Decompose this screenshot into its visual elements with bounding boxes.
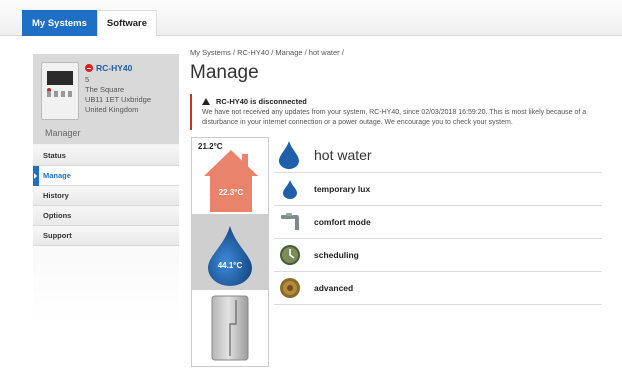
system-visualization: 21.2°C 22.3°C 44.1°C <box>191 137 269 367</box>
menu-item-comfort-mode[interactable]: comfort mode <box>274 206 602 239</box>
water-drop-icon <box>279 140 299 169</box>
device-address-line2: UB11 1ET Uxbridge <box>85 95 152 104</box>
main-tabs: My Systems Software <box>22 10 158 36</box>
menu-header: hot water <box>274 137 602 173</box>
house-icon[interactable]: 22.3°C <box>202 148 260 214</box>
disconnected-icon <box>85 64 93 72</box>
sidebar: RC-HY40 5 The Square UB11 1ET Uxbridge U… <box>33 54 179 374</box>
device-name: RC-HY40 <box>85 63 132 73</box>
breadcrumb[interactable]: My Systems / RC-HY40 / Manage / hot wate… <box>190 48 344 57</box>
sidebar-item-history[interactable]: History <box>33 186 179 206</box>
faucet-icon <box>281 213 299 230</box>
device-thumbnail <box>41 62 79 120</box>
alert-title: RC-HY40 is disconnected <box>202 97 618 106</box>
menu-item-scheduling[interactable]: scheduling <box>274 239 602 272</box>
device-card[interactable]: RC-HY40 5 The Square UB11 1ET Uxbridge U… <box>33 54 179 144</box>
hot-water-section[interactable]: 44.1°C <box>192 214 268 290</box>
indoor-temperature: 22.3°C <box>218 188 244 197</box>
tab-software[interactable]: Software <box>96 10 158 36</box>
device-number: 5 <box>85 75 90 84</box>
device-country: United Kingdom <box>85 105 139 114</box>
sidebar-item-status[interactable]: Status <box>33 146 179 166</box>
water-temperature: 44.1°C <box>217 261 243 270</box>
menu-item-temporary-lux[interactable]: temporary lux <box>274 173 602 206</box>
menu-item-label: temporary lux <box>314 184 371 194</box>
sidebar-nav: Status Manage History Options Support <box>33 146 179 246</box>
clock-icon <box>280 245 300 265</box>
warning-icon <box>202 98 210 105</box>
water-tank-icon <box>211 295 249 361</box>
menu-item-advanced[interactable]: advanced <box>274 272 602 305</box>
alert-message: We have not received any updates from yo… <box>202 109 587 126</box>
sidebar-item-support[interactable]: Support <box>33 226 179 246</box>
device-address-line1: The Square <box>85 85 125 94</box>
top-navigation-bar: My Systems Software <box>0 0 622 36</box>
gear-icon <box>280 278 300 298</box>
tab-my-systems[interactable]: My Systems <box>22 10 97 36</box>
page-title: Manage <box>190 62 259 83</box>
menu-item-label: advanced <box>314 283 354 293</box>
water-drop-icon <box>283 180 297 199</box>
disconnected-alert: RC-HY40 is disconnected We have not rece… <box>190 94 618 130</box>
role-label: Manager <box>45 128 81 138</box>
menu-title: hot water <box>314 146 372 163</box>
sidebar-item-options[interactable]: Options <box>33 206 179 226</box>
menu-item-label: comfort mode <box>314 217 371 227</box>
hot-water-menu: hot water temporary lux comfort mode sch… <box>274 137 602 305</box>
sidebar-item-manage[interactable]: Manage <box>33 166 179 186</box>
menu-item-label: scheduling <box>314 250 359 260</box>
water-drop-icon <box>208 226 252 286</box>
